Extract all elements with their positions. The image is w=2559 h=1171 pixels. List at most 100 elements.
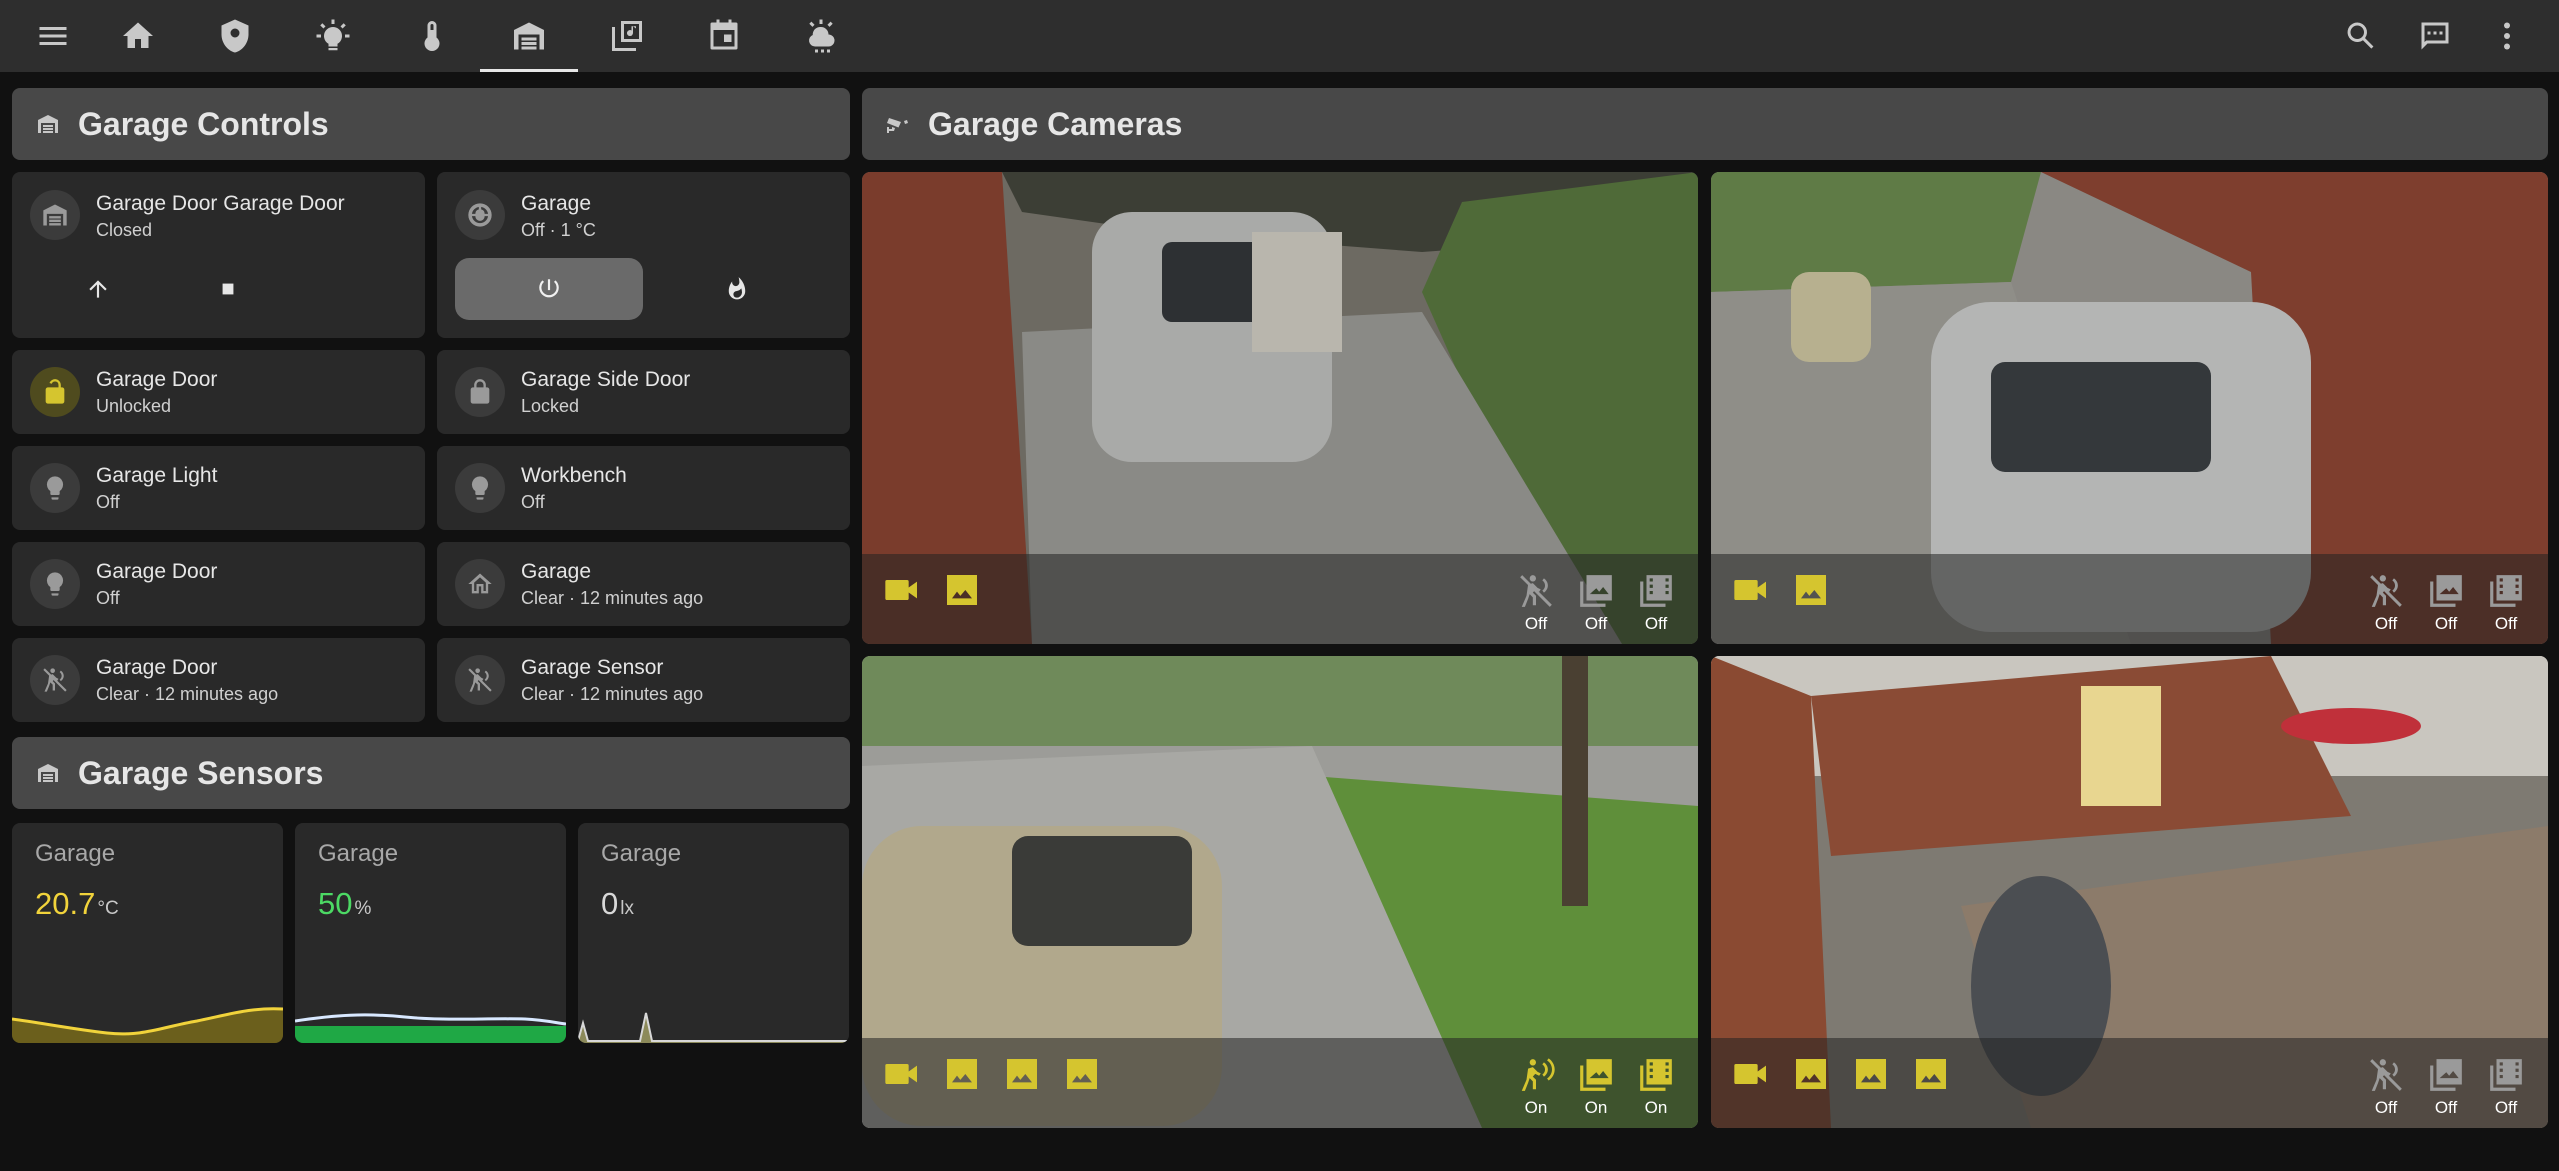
snapshot-image-icon[interactable] [942,1054,982,1094]
recordings-status[interactable]: Off [2482,1056,2530,1118]
tile-state: Off · 1 °C [521,220,596,240]
menu-icon[interactable] [29,12,77,60]
illuminance-history-graph [578,1012,849,1043]
motion-detection-status[interactable]: On [1512,1056,1560,1118]
motion-sensor-off-icon[interactable] [455,655,505,705]
fire-icon [728,277,746,300]
motion-detection-status[interactable]: Off [1512,572,1560,634]
tile-state: Clear · 12 minutes ago [521,684,704,704]
recordings-status[interactable]: Off [2482,572,2530,634]
lightbulb-icon[interactable] [309,12,357,60]
lightbulb-icon[interactable] [455,463,505,513]
motion-sensor-off-icon [2370,1059,2402,1091]
workbench-light-tile[interactable]: Workbench Off [437,446,850,530]
snapshots-status[interactable]: Off [2422,572,2470,634]
section-title: Garage Cameras [928,105,1183,142]
snapshots-status[interactable]: On [1572,1056,1620,1118]
snapshot-image-icon[interactable] [1791,1054,1831,1094]
snapshots-status[interactable]: Off [2422,1056,2470,1118]
video-camera-icon[interactable] [1731,1054,1771,1094]
temperature-sensor-card[interactable]: Garage 20.7 °C [12,823,283,1043]
search-icon[interactable] [2337,12,2385,60]
home-icon[interactable] [114,12,162,60]
garage-door-lock-tile[interactable]: Garage Door Unlocked [12,350,425,434]
weather-icon[interactable] [797,12,845,60]
snapshot-image-icon[interactable] [1002,1054,1042,1094]
snapshot-image-icon[interactable] [942,570,982,610]
motion-sensor-off-icon [1520,575,1552,607]
motion-sensor-off-icon [2370,575,2402,607]
sensor-name: Garage [35,840,116,867]
snapshot-image-icon[interactable] [1062,1054,1102,1094]
humidity-sensor-card[interactable]: Garage 50% [295,823,566,1043]
sensor-name: Garage [601,840,682,867]
garage-cameras-header: Garage Cameras [862,88,2548,160]
tile-state: Off [96,588,120,608]
image-multiple-icon [1580,575,1612,607]
snapshots-status[interactable]: Off [1572,572,1620,634]
stop-cover-button[interactable] [204,265,252,313]
motion-sensor-off-icon[interactable] [30,655,80,705]
hvac-heat-button[interactable] [713,265,761,313]
garage-icon[interactable] [30,190,80,240]
home-outline-icon[interactable] [455,559,505,609]
garage-door-motion-tile[interactable]: Garage Door Clear · 12 minutes ago [12,638,425,722]
filmstrip-icon [2490,1059,2522,1091]
thermometer-icon[interactable] [408,12,456,60]
garage-occupancy-tile[interactable]: Garage Clear · 12 minutes ago [437,542,850,626]
sensor-value: 0 lx [601,886,634,921]
garage-icon[interactable] [505,12,553,60]
snapshot-image-icon[interactable] [1851,1054,1891,1094]
music-library-icon[interactable] [603,12,651,60]
tile-state: Closed [96,220,153,240]
recordings-status[interactable]: On [1632,1056,1680,1118]
more-vertical-icon[interactable] [2483,12,2531,60]
garage-thermostat-tile[interactable]: Garage Off · 1 °C [437,172,850,338]
assist-icon[interactable] [2411,12,2459,60]
open-cover-button[interactable] [74,265,122,313]
snapshot-image-icon[interactable] [1791,570,1831,610]
snapshot-image-icon[interactable] [1911,1054,1951,1094]
tile-name: Garage Door [96,560,218,583]
camera-feed-1[interactable]: Off Off Off [862,172,1698,644]
garage-door-light-tile[interactable]: Garage Door Off [12,542,425,626]
motion-detection-status[interactable]: Off [2362,1056,2410,1118]
garage-side-door-lock-tile[interactable]: Garage Side Door Locked [437,350,850,434]
lock-icon[interactable] [455,367,505,417]
tile-state: Off [521,492,545,512]
camera-feed-4[interactable]: Off Off Off [1711,656,2548,1128]
thermostat-icon[interactable] [455,190,505,240]
stop-icon [222,283,234,295]
recordings-status[interactable]: Off [1632,572,1680,634]
tile-name: Garage Door Garage Door [96,192,345,215]
sensor-value: 20.7 °C [35,886,119,921]
calendar-icon[interactable] [700,12,748,60]
image-multiple-icon [2430,575,2462,607]
tile-name: Garage [521,560,592,583]
garage-sensor-motion-tile[interactable]: Garage Sensor Clear · 12 minutes ago [437,638,850,722]
lightbulb-icon[interactable] [30,463,80,513]
lock-open-icon[interactable] [30,367,80,417]
filmstrip-icon [1640,1059,1672,1091]
garage-light-tile[interactable]: Garage Light Off [12,446,425,530]
video-camera-icon[interactable] [1731,570,1771,610]
image-multiple-icon [2430,1059,2462,1091]
video-camera-icon[interactable] [882,570,922,610]
garage-icon [38,764,58,782]
humidity-history-graph [295,1013,566,1043]
illuminance-sensor-card[interactable]: Garage 0 lx [578,823,849,1043]
motion-detection-status[interactable]: Off [2362,572,2410,634]
tile-state: Clear · 12 minutes ago [521,588,704,608]
cctv-icon [887,118,908,133]
garage-door-cover-tile[interactable]: Garage Door Garage Door Closed [12,172,425,338]
sensor-name: Garage [318,840,399,867]
video-camera-icon[interactable] [882,1054,922,1094]
camera-feed-2[interactable]: Off Off Off [1711,172,2548,644]
sensor-value: 50% [318,886,372,921]
shield-icon[interactable] [211,12,259,60]
lightbulb-icon[interactable] [30,559,80,609]
power-icon [539,279,559,298]
motion-sensor-icon [1521,1058,1555,1091]
hvac-off-button[interactable] [455,258,643,320]
camera-feed-3[interactable]: On On On [862,656,1698,1128]
